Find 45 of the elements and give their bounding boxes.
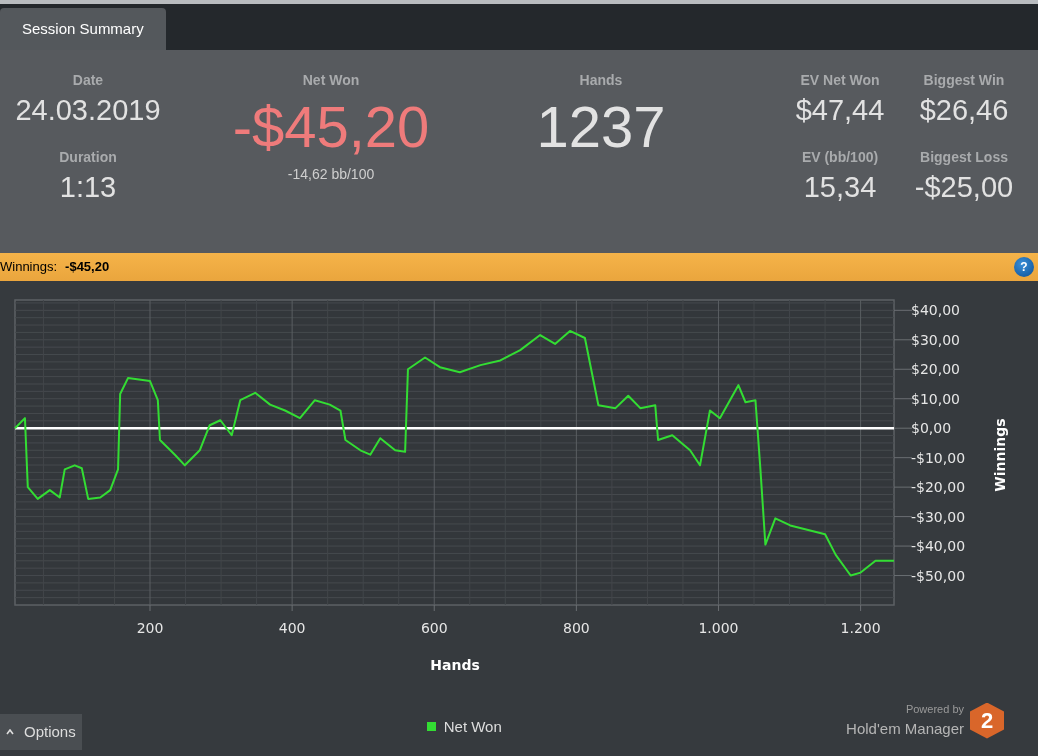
legend-label: Net Won: [443, 716, 502, 737]
y-tick-label: -$50,00: [911, 567, 966, 584]
x-tick-label: 400: [278, 620, 306, 636]
stat-label: EV (bb/100): [801, 147, 879, 167]
x-axis-title: Hands: [430, 657, 480, 673]
stat-label: Net Won: [302, 71, 360, 90]
winnings-label: Winnings:: [0, 258, 58, 277]
tab[interactable]: Session Summary: [0, 8, 166, 50]
stat-label: Biggest Win: [923, 71, 1005, 90]
stat-label: Biggest Loss: [920, 147, 1008, 167]
stat-value: $47,44: [795, 95, 885, 127]
x-tick-label: 200: [136, 620, 164, 636]
logo-icon: 2: [970, 702, 1004, 739]
y-tick-label: $40,00: [911, 302, 960, 319]
y-tick-label: $10,00: [911, 390, 960, 407]
y-axis-title: Winnings: [992, 418, 1008, 492]
y-tick-label: -$20,00: [911, 479, 966, 496]
y-tick-label: -$10,00: [911, 449, 966, 466]
caret-icon: [6, 729, 14, 735]
y-tick-label: $30,00: [911, 331, 960, 348]
stat-label: Duration: [59, 147, 117, 167]
options-button[interactable]: Options: [0, 714, 82, 750]
stat-label: EV Net Won: [800, 71, 880, 90]
help-icon[interactable]: ?: [1014, 257, 1034, 277]
stat-value: -$25,00: [914, 171, 1014, 204]
y-tick-label: -$30,00: [911, 508, 966, 525]
stat-value: $26,46: [919, 95, 1009, 127]
winnings-value: -$45,20: [65, 258, 110, 277]
stat-value: 1:13: [59, 171, 117, 204]
stat-label: Date: [72, 71, 104, 90]
bb-per-100-value: -14,62 bb/100: [287, 164, 375, 184]
stat-value: 15,34: [803, 171, 877, 204]
x-tick-label: 1.000: [698, 620, 739, 636]
y-tick-label: -$40,00: [911, 538, 966, 555]
net-won-value: -$45,20: [232, 97, 430, 158]
y-tick-label: $0,00: [911, 420, 952, 437]
hands-value: 1237: [536, 97, 666, 158]
y-tick-label: $20,00: [911, 361, 960, 378]
x-tick-label: 800: [563, 620, 590, 636]
x-tick-label: 1.200: [840, 620, 881, 636]
powered-by-text: Powered by: [905, 702, 964, 717]
stat-value: 24.03.2019: [15, 95, 161, 127]
stat-label: Hands: [579, 71, 623, 90]
x-tick-label: 600: [420, 620, 448, 636]
brand-name: Hold'em Manager: [846, 718, 964, 739]
